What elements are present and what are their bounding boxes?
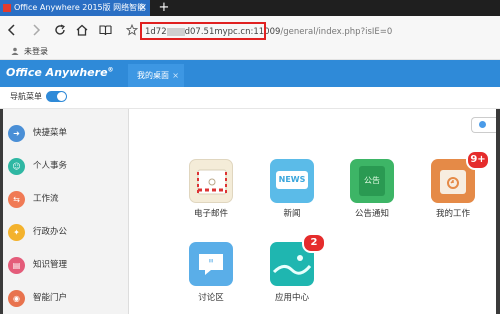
bookmarks-bar (0, 44, 500, 60)
app-discussion[interactable]: " (189, 242, 233, 286)
browser-tab[interactable]: Office Anywhere 2015版 网络智能 (0, 0, 150, 16)
nav-menu-bar (0, 87, 500, 109)
notice-icon: 公告 (359, 166, 385, 196)
registered-mark: ® (107, 66, 114, 74)
mail-icon (197, 169, 227, 195)
sidebar-item-label: 个人事务 (33, 161, 68, 171)
url-path: /general/index.php?isIE=0 (280, 27, 393, 37)
sidebar-item-label: 快捷菜单 (33, 128, 68, 138)
home-icon (76, 24, 88, 36)
app-mail-label: 电子邮件 (193, 209, 228, 219)
nav-menu-toggle[interactable] (46, 91, 67, 102)
app-news[interactable]: NEWS (270, 159, 314, 203)
forward-arrow-icon (33, 24, 41, 36)
sidebar-item-1[interactable]: ➜ 快捷菜单 (0, 117, 128, 150)
tab-my-desktop[interactable]: 我的桌面 × (128, 64, 184, 87)
app-logo: Office Anywhere® (6, 66, 114, 79)
discussion-icon: " (199, 254, 223, 275)
svg-text:": " (208, 257, 214, 271)
page-indicator-dot (479, 121, 486, 128)
reading-view-button[interactable] (95, 19, 115, 41)
user-profile-icon (11, 47, 19, 55)
right-window-edge (496, 109, 500, 314)
new-tab-button[interactable]: + (157, 0, 171, 16)
nav-menu-label: 导航菜单 (10, 92, 42, 101)
briefcase-icon: ✦ (8, 224, 25, 241)
back-arrow-icon (7, 24, 15, 36)
app-center-label: 应用中心 (274, 293, 309, 303)
workflow-icon: ⇆ (8, 191, 25, 208)
browser-tab-close-button[interactable]: × (137, 0, 149, 16)
app-news-label: 新闻 (283, 209, 301, 219)
news-icon: NEWS (276, 171, 308, 189)
bookmark-not-logged-in[interactable]: 未登录 (24, 46, 48, 57)
tab-my-desktop-close[interactable]: × (172, 64, 179, 87)
desktop-page-control[interactable] (471, 117, 498, 133)
favorite-star-icon[interactable] (125, 23, 139, 36)
url-highlight-box (140, 22, 266, 40)
sidebar-item-label: 智能门户 (33, 293, 68, 303)
left-window-edge (0, 109, 3, 314)
sidebar-item-label: 知识管理 (33, 260, 68, 270)
sidebar-item-5[interactable]: ▤ 知识管理 (0, 249, 128, 282)
book-icon: ▤ (8, 257, 25, 274)
person-icon: ☺ (8, 158, 25, 175)
app-logo-text: Office Anywhere (6, 66, 108, 79)
forward-button[interactable] (26, 19, 46, 41)
app-center-badge: 2 (302, 233, 326, 253)
sidebar-item-label: 行政办公 (33, 227, 68, 237)
refresh-button[interactable] (50, 19, 70, 41)
back-button[interactable] (2, 19, 22, 41)
portal-icon: ◉ (8, 290, 25, 307)
browser-tab-title: Office Anywhere 2015版 网络智能 (14, 3, 146, 12)
sidebar-item-4[interactable]: ✦ 行政办公 (0, 216, 128, 249)
sidebar-item-6[interactable]: ◉ 智能门户 (0, 282, 128, 315)
home-button[interactable] (72, 19, 92, 41)
app-discussion-label: 讨论区 (198, 293, 224, 303)
toggle-knob (57, 92, 66, 101)
app-notice-label: 公告通知 (354, 209, 389, 219)
refresh-icon (55, 24, 65, 35)
arrow-icon: ➜ (8, 125, 25, 142)
app-notice[interactable]: 公告 (350, 159, 394, 203)
book-icon (98, 25, 112, 36)
my-work-badge: 9+ (466, 150, 490, 170)
tab-my-desktop-label: 我的桌面 (137, 71, 169, 80)
sidebar-item-3[interactable]: ⇆ 工作流 (0, 183, 128, 216)
sidebar-item-2[interactable]: ☺ 个人事务 (0, 150, 128, 183)
app-my-work-label: 我的工作 (435, 209, 470, 219)
app-mail[interactable] (189, 159, 233, 203)
site-favicon-icon (3, 4, 11, 12)
sidebar-item-label: 工作流 (33, 194, 59, 204)
